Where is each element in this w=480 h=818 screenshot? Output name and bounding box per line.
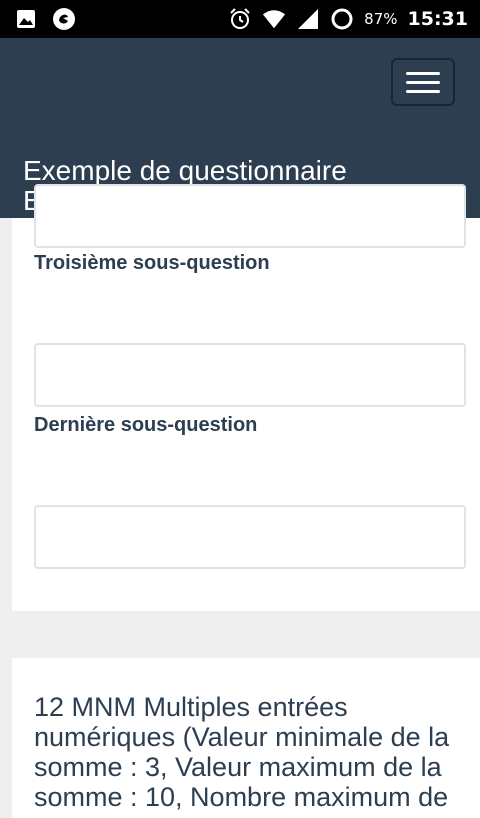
hamburger-menu-icon-line <box>406 80 440 84</box>
subquestion-label: Troisième sous-question <box>34 252 270 274</box>
question-card: 12 MNM Multiples entrées numériques (Val… <box>12 658 480 818</box>
alarm-icon <box>228 7 252 31</box>
signal-icon <box>296 7 320 31</box>
subquestion-label: Dernière sous-question <box>34 414 258 436</box>
question-card: Troisième sous-question Dernière sous-qu… <box>12 184 480 611</box>
status-bar: 87% 15:31 <box>0 0 480 38</box>
hamburger-menu-icon-line <box>406 89 440 93</box>
clock-time: 15:31 <box>407 8 468 30</box>
app-icon <box>52 7 76 31</box>
subquestion-input[interactable] <box>34 184 466 248</box>
subquestion-input[interactable] <box>34 343 466 407</box>
hamburger-menu-icon-line <box>406 71 440 75</box>
battery-percentage: 87% <box>364 10 398 28</box>
hamburger-menu-button[interactable] <box>391 58 455 106</box>
wifi-icon <box>262 7 286 31</box>
gallery-icon <box>14 7 38 31</box>
question-title: 12 MNM Multiples entrées numériques (Val… <box>34 692 450 812</box>
battery-ring-icon <box>330 7 354 31</box>
subquestion-input[interactable] <box>34 505 466 569</box>
